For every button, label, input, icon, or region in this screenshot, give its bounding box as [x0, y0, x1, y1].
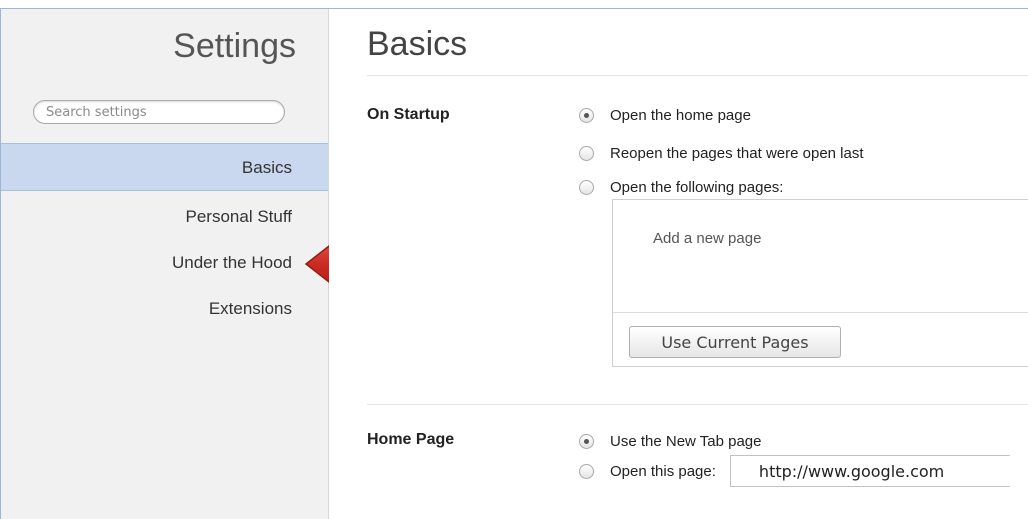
- radio-unchecked-icon[interactable]: [579, 179, 594, 195]
- radio-checked-icon[interactable]: [579, 433, 594, 449]
- sidebar: Settings Basics Personal Stuff Under the…: [1, 9, 329, 519]
- radio-label: Open the home page: [610, 106, 751, 124]
- section-divider: [367, 404, 1028, 405]
- on-startup-label: On Startup: [367, 106, 450, 123]
- sidebar-item-basics[interactable]: Basics: [1, 143, 328, 191]
- radio-open-home-page[interactable]: Open the home page: [579, 103, 751, 127]
- page-title: Basics: [367, 25, 468, 63]
- radio-label: Open this page:: [610, 462, 716, 480]
- radio-use-new-tab-page[interactable]: Use the New Tab page: [579, 429, 762, 453]
- radio-open-following-pages[interactable]: Open the following pages:: [579, 175, 783, 199]
- sidebar-item-personal-stuff[interactable]: Personal Stuff: [1, 193, 328, 241]
- radio-label: Open the following pages:: [610, 178, 784, 196]
- title-divider: [367, 75, 1028, 76]
- radio-open-this-page[interactable]: Open this page:: [579, 455, 1010, 487]
- radio-label: Reopen the pages that were open last: [610, 144, 864, 162]
- home-page-label: Home Page: [367, 431, 455, 448]
- home-page-url-input[interactable]: [729, 455, 1010, 487]
- sidebar-item-extensions[interactable]: Extensions: [1, 285, 328, 333]
- pages-list-divider: [613, 312, 1028, 313]
- radio-label: Use the New Tab page: [610, 432, 762, 450]
- sidebar-title: Settings: [173, 27, 296, 65]
- radio-reopen-last-pages[interactable]: Reopen the pages that were open last: [579, 141, 864, 165]
- search-input[interactable]: [33, 100, 285, 124]
- startup-pages-list: Add a new page Use Current Pages: [612, 199, 1028, 367]
- radio-unchecked-icon[interactable]: [579, 145, 594, 161]
- main-content: Basics On Startup Open the home page Reo…: [329, 9, 1028, 519]
- sidebar-item-under-the-hood[interactable]: Under the Hood: [1, 239, 328, 287]
- radio-unchecked-icon[interactable]: [579, 463, 594, 479]
- use-current-pages-button[interactable]: Use Current Pages: [629, 326, 841, 358]
- add-new-page-entry[interactable]: Add a new page: [653, 230, 761, 247]
- radio-checked-icon[interactable]: [579, 107, 594, 123]
- top-strip: [0, 0, 1028, 8]
